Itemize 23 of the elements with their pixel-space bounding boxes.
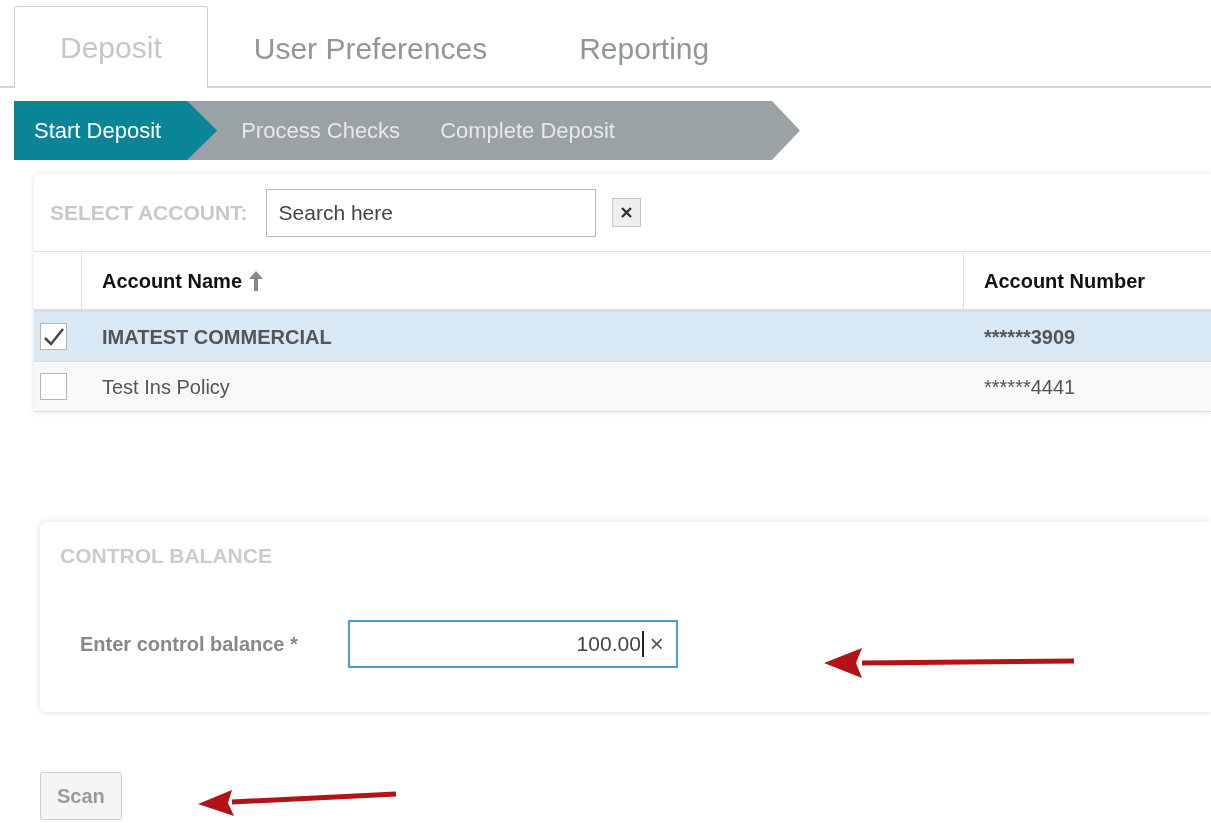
sort-up-icon xyxy=(248,269,265,292)
clear-button[interactable]: × xyxy=(649,625,664,662)
checkbox[interactable] xyxy=(40,373,67,400)
checkbox[interactable] xyxy=(40,323,67,350)
column-header[interactable]: Account Number xyxy=(984,265,1146,296)
step-tab[interactable]: Start Deposit xyxy=(14,101,218,160)
table-cell-text: Test Ins Policy xyxy=(102,374,230,400)
balance-field[interactable]: 100.00 × xyxy=(347,619,678,668)
close-icon xyxy=(619,206,633,219)
clear-button[interactable] xyxy=(611,198,641,227)
text-cursor xyxy=(641,630,644,657)
table-cell-text: ******3909 xyxy=(984,324,1076,350)
column-header[interactable]: Account Name xyxy=(102,265,243,296)
field-value: 100.00 xyxy=(576,630,641,657)
step-tab[interactable]: Process Checks xyxy=(217,101,421,160)
search-field[interactable]: Search here xyxy=(265,188,596,237)
tab[interactable]: User Preferences xyxy=(207,8,534,88)
tab[interactable]: Deposit xyxy=(14,6,208,88)
table-cell-text: ******4441 xyxy=(984,374,1076,400)
table-cell-text: IMATEST COMMERCIAL xyxy=(102,324,332,350)
step-tab[interactable]: Complete Deposit xyxy=(420,101,635,160)
field-label: Enter control balance * xyxy=(80,631,298,657)
tab[interactable]: Reporting xyxy=(533,8,756,88)
